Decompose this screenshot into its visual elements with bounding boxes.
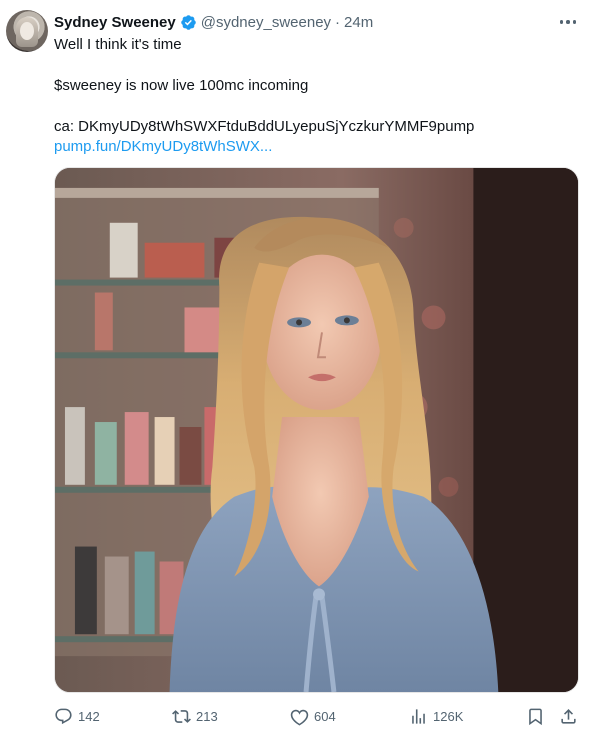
like-icon bbox=[290, 709, 309, 725]
repost-icon bbox=[172, 709, 191, 723]
bookmark-button[interactable] bbox=[526, 704, 545, 728]
tweet-header: Sydney Sweeney @sydney_sweeney · 24m bbox=[54, 12, 373, 32]
repost-count: 213 bbox=[196, 708, 218, 724]
header-separator: · bbox=[335, 13, 341, 31]
views-button[interactable]: 126K bbox=[409, 704, 463, 728]
tweet-text-line-3: ca: DKmyUDy8tWhSWXFtduBddULyepuSjYczkurY… bbox=[54, 118, 475, 135]
share-icon bbox=[561, 708, 576, 724]
reply-button[interactable]: 142 bbox=[54, 704, 100, 728]
photo-illustration bbox=[55, 168, 578, 692]
author-handle[interactable]: @sydney_sweeney bbox=[201, 14, 331, 31]
tweet-timestamp[interactable]: 24m bbox=[344, 14, 373, 31]
tweet-text-line-2: $sweeney is now live 100mc incoming bbox=[54, 77, 309, 94]
views-icon bbox=[412, 708, 425, 724]
repost-button[interactable]: 213 bbox=[172, 704, 218, 728]
share-button[interactable] bbox=[559, 704, 578, 728]
tweet-card[interactable]: Sydney Sweeney @sydney_sweeney · 24m Wel… bbox=[0, 0, 589, 738]
more-dots-icon[interactable] bbox=[555, 12, 581, 32]
avatar-face bbox=[20, 22, 34, 40]
tweet-link[interactable]: pump.fun/DKmyUDy8tWhSWX... bbox=[54, 137, 272, 157]
tweet-media-photo[interactable] bbox=[54, 167, 579, 693]
like-count: 604 bbox=[314, 708, 336, 724]
verified-badge-icon bbox=[180, 14, 197, 31]
tweet-text-line-1: Well I think it's time bbox=[54, 36, 182, 53]
views-count: 126K bbox=[433, 708, 464, 724]
like-button[interactable]: 604 bbox=[290, 704, 336, 728]
reply-count: 142 bbox=[78, 708, 100, 724]
bookmark-icon bbox=[529, 708, 542, 725]
avatar[interactable] bbox=[6, 10, 48, 52]
reply-icon bbox=[55, 708, 72, 724]
author-name[interactable]: Sydney Sweeney bbox=[54, 14, 176, 31]
tweet-actions: 142 213 604 126K bbox=[54, 704, 579, 728]
